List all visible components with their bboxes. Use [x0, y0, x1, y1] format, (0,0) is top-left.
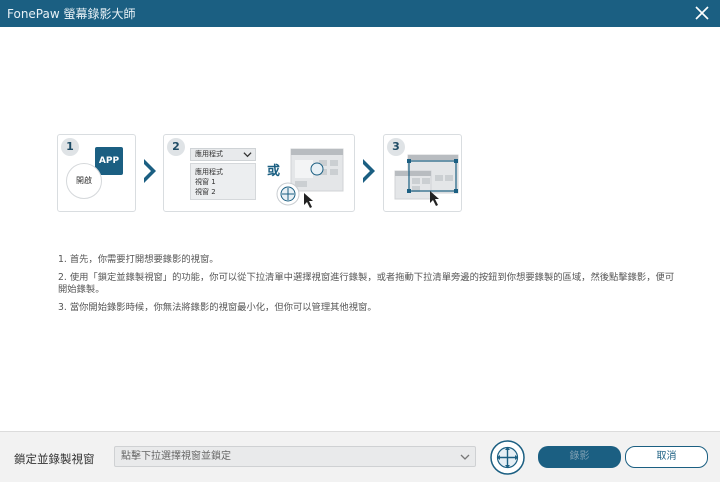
- crosshair-icon: [490, 440, 525, 475]
- step-number-2: 2: [167, 138, 185, 156]
- instruction-2: 2. 使用「鎖定並錄製視窗」的功能，你可以從下拉清單中選擇視窗進行錄製，或者拖動…: [58, 272, 675, 295]
- list-item: 視窗 2: [195, 188, 216, 196]
- window-select-dropdown[interactable]: 點擊下拉選擇視窗並鎖定: [114, 446, 476, 467]
- step-1-card: 1 APP 開啟: [57, 134, 136, 212]
- target-lock-button[interactable]: [490, 440, 525, 475]
- window-illustration-icon: [276, 148, 344, 208]
- chevron-right-icon: [144, 159, 156, 183]
- list-item: 視窗 1: [195, 178, 216, 186]
- step-number-1: 1: [61, 138, 79, 156]
- bottom-bar: 鎖定並錄製視窗 點擊下拉選擇視窗並鎖定 錄影 取消: [0, 431, 720, 482]
- window-title: FonePaw 螢幕錄影大師: [7, 7, 136, 21]
- main-content: 1 APP 開啟 2 應用程式 應用程式 視窗 1 視窗 2 或 3 1. 首先…: [0, 27, 720, 431]
- mini-dropdown-value: 應用程式: [195, 150, 223, 158]
- chevron-down-icon: [460, 454, 470, 460]
- instructions: 1. 首先，你需要打開想要錄影的視窗。 2. 使用「鎖定並錄製視窗」的功能，你可…: [58, 254, 678, 320]
- instruction-3: 3. 當你開始錄影時候，你無法將錄影的視窗最小化，但你可以管理其他視窗。: [58, 302, 377, 313]
- open-label: 開啟: [76, 176, 92, 185]
- close-icon: [695, 6, 709, 20]
- instruction-1: 1. 首先，你需要打開想要錄影的視窗。: [58, 254, 219, 265]
- app-label: APP: [98, 156, 120, 166]
- chevron-right-icon: [363, 159, 375, 183]
- record-button[interactable]: 錄影: [538, 446, 621, 468]
- mini-dropdown-list: 應用程式 視窗 1 視窗 2: [190, 163, 256, 200]
- lock-window-label: 鎖定並錄製視窗: [14, 452, 95, 466]
- title-bar: FonePaw 螢幕錄影大師: [0, 0, 720, 27]
- open-circle: 開啟: [66, 163, 102, 199]
- locked-window-illustration-icon: [394, 154, 459, 206]
- close-button[interactable]: [692, 3, 712, 23]
- step-3-card: 3: [383, 134, 462, 212]
- mini-dropdown: 應用程式: [190, 148, 256, 161]
- window-select-placeholder: 點擊下拉選擇視窗並鎖定: [121, 451, 231, 462]
- step-2-card: 2 應用程式 應用程式 視窗 1 視窗 2 或: [163, 134, 355, 212]
- chevron-down-icon: [243, 152, 252, 158]
- cancel-button[interactable]: 取消: [625, 446, 708, 468]
- list-item: 應用程式: [195, 168, 223, 176]
